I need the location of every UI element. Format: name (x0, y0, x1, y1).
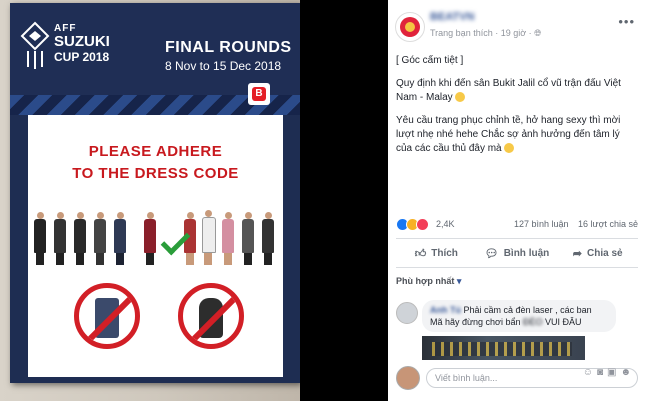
post-actions: 👍︎ Thích 💬︎ Bình luận ➦ Chia sẻ (396, 238, 638, 268)
dress-code-sign: PLEASE ADHERE TO THE DRESS CODE (28, 115, 283, 377)
chevron-down-icon: ▾ (456, 276, 462, 286)
commenter-avatar[interactable] (396, 302, 418, 324)
comment-text-2b: ĐÈO (523, 317, 543, 327)
post-meta: Trang bạn thích · 19 giờ · 🌐︎ (430, 28, 542, 38)
sticker-picker-icon[interactable]: ☻ (620, 367, 635, 378)
logo-cup: CUP 2018 (54, 50, 110, 64)
comment-sort-dropdown[interactable]: Phù hợp nhất ▾ (396, 276, 461, 287)
dress-people-illustration (34, 205, 277, 265)
comment-label: Bình luận (503, 247, 550, 259)
globe-icon: 🌐︎ (534, 28, 542, 38)
page-avatar[interactable] (395, 12, 425, 42)
thumbs-up-icon: 👍︎ (414, 247, 427, 260)
post-stats: 2,4K 127 bình luận 16 lượt chia sẻ (396, 218, 638, 232)
comment-bubble: Anh Tú Phải cầm cả đèn laser , các ban M… (422, 300, 616, 332)
post-panel: BEATVN Trang bạn thích · 19 giờ · 🌐︎ •••… (388, 0, 645, 401)
sticker-icon: B (248, 83, 270, 105)
photo-dark-margin (300, 0, 388, 401)
share-arrow-icon: ➦ (572, 247, 582, 260)
poster-header: AFF SUZUKI CUP 2018 FINAL ROUNDS 8 Nov t… (10, 3, 300, 95)
comment-text-2c: VUI ĐÂU (545, 317, 582, 327)
post-photo[interactable]: AFF SUZUKI CUP 2018 FINAL ROUNDS 8 Nov t… (0, 0, 388, 401)
sign-line-1: PLEASE ADHERE (88, 143, 223, 160)
share-label: Chia sẻ (587, 247, 623, 259)
post-header: BEATVN Trang bạn thích · 19 giờ · 🌐︎ ••• (388, 0, 645, 52)
poster: AFF SUZUKI CUP 2018 FINAL ROUNDS 8 Nov t… (10, 3, 300, 383)
comment-sort-label: Phù hợp nhất (396, 276, 455, 286)
comment-bubble-icon: 💬︎ (484, 247, 499, 260)
logo-suzuki: SUZUKI (54, 33, 110, 50)
post-time[interactable]: 19 giờ (501, 28, 526, 38)
reactions-count[interactable]: 2,4K (436, 219, 455, 229)
no-revealing-clothes-icon (178, 283, 244, 349)
current-user-avatar (396, 366, 420, 390)
more-options-icon[interactable]: ••• (618, 14, 635, 29)
reactions-icons[interactable] (396, 218, 429, 233)
gif-icon[interactable]: ▣ (607, 367, 620, 378)
comment-item: Anh Tú Phải cầm cả đèn laser , các ban M… (396, 300, 641, 340)
comment-button[interactable]: 💬︎ Bình luận (477, 239, 558, 267)
like-label: Thích (431, 247, 458, 259)
aff-logo-text: AFF SUZUKI CUP 2018 (54, 23, 110, 64)
comment-text-1: Phải cầm cả đèn laser , các ban (463, 305, 592, 315)
comment-attached-image[interactable] (422, 336, 585, 360)
post-text: [ Góc cấm tiệt ] Quy định khi đến sân Bu… (396, 54, 638, 165)
love-reaction-icon (416, 218, 429, 231)
aff-logo-icon (20, 21, 50, 69)
write-comment-row: Viết bình luận... ☺◙▣☻ (396, 364, 641, 392)
shares-count[interactable]: 16 lượt chia sẻ (578, 219, 638, 229)
like-button[interactable]: 👍︎ Thích (396, 239, 477, 267)
comment-tools: ☺◙▣☻ (583, 367, 635, 378)
liked-page-label: Trang bạn thích (430, 28, 493, 38)
emoji-icon[interactable]: ☺ (583, 367, 597, 378)
camera-icon[interactable]: ◙ (597, 367, 607, 378)
comment-input-placeholder: Viết bình luận... (435, 373, 498, 383)
comment-text-2a: Mã hãy đừng chơi bẩn (430, 317, 521, 327)
sign-line-2: TO THE DRESS CODE (72, 165, 239, 182)
grin-emoji-icon (504, 143, 515, 154)
post-paragraph-2: Quy định khi đến sân Bukit Jalil cổ vũ t… (396, 78, 621, 103)
smile-emoji-icon (455, 92, 466, 103)
comments-count[interactable]: 127 bình luận (514, 219, 569, 229)
share-button[interactable]: ➦ Chia sẻ (557, 239, 638, 267)
event-dates: 8 Nov to 15 Dec 2018 (165, 59, 282, 73)
event-title: FINAL ROUNDS (165, 39, 292, 56)
commenter-name[interactable]: Anh Tú (430, 305, 461, 315)
post-paragraph-1: [ Góc cấm tiệt ] (396, 55, 464, 66)
no-shorts-icon (74, 283, 140, 349)
page-name[interactable]: BEATVN (430, 11, 474, 23)
